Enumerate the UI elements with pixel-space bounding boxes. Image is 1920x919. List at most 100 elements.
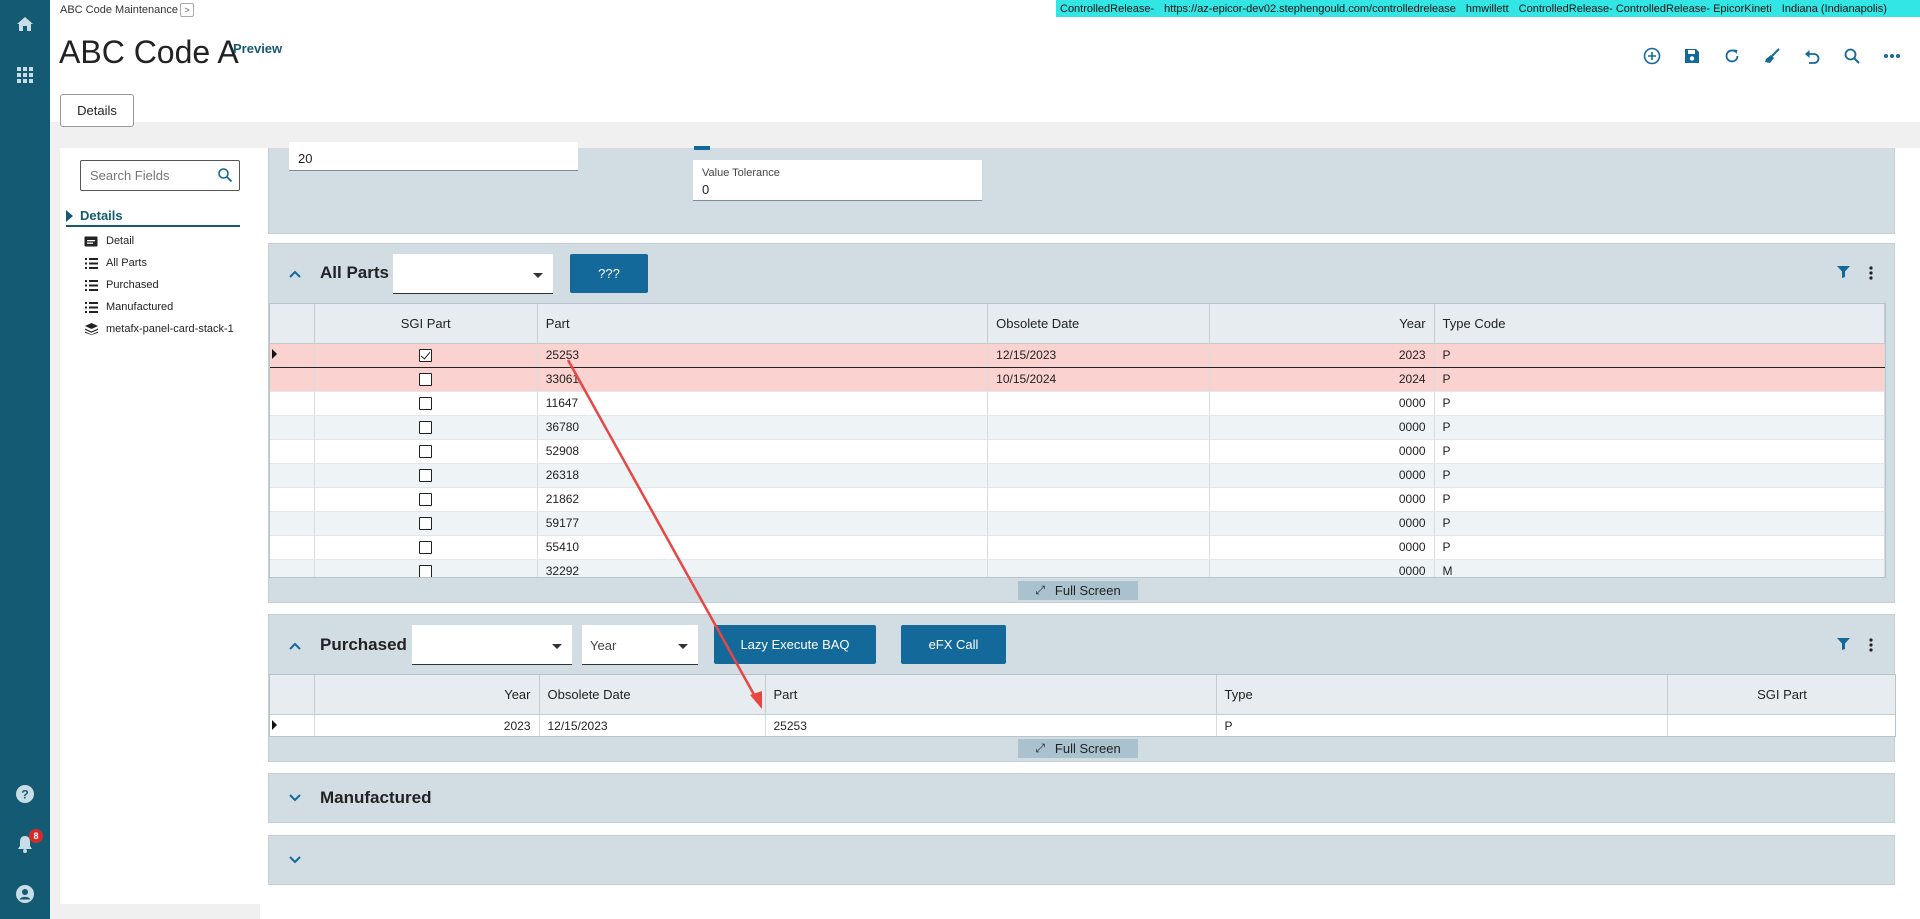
- table-row[interactable]: 32292 0000 M: [270, 559, 1885, 577]
- cell-type-code[interactable]: P: [1434, 367, 1885, 392]
- table-row[interactable]: 25253 12/15/2023 2023 P: [270, 342, 1885, 368]
- collapse-chevron-icon[interactable]: [287, 266, 303, 282]
- table-row[interactable]: 59177 0000 P: [270, 511, 1885, 536]
- column-header-year[interactable]: Year: [1209, 304, 1435, 344]
- home-icon[interactable]: [13, 12, 37, 36]
- cell-obsolete-date[interactable]: [987, 415, 1211, 440]
- apps-grid-icon[interactable]: [13, 63, 37, 87]
- all-parts-dropdown[interactable]: [393, 254, 553, 294]
- table-row[interactable]: 36780 0000 P: [270, 415, 1885, 440]
- sidebar-item-all-parts[interactable]: All Parts: [84, 255, 147, 271]
- sgi-part-checkbox[interactable]: [419, 493, 433, 507]
- cell-obsolete-date[interactable]: [987, 511, 1211, 536]
- sgi-part-checkbox[interactable]: [419, 517, 433, 531]
- checkbox-partial[interactable]: [694, 146, 710, 150]
- cell-sgi-part[interactable]: [314, 391, 538, 416]
- cell-part[interactable]: 32292: [537, 559, 989, 577]
- cell-part[interactable]: 25253: [537, 342, 989, 368]
- preview-link[interactable]: Preview: [233, 41, 282, 56]
- cell-sgi-part[interactable]: [1667, 713, 1895, 736]
- column-header-obsolete-date[interactable]: Obsolete Date: [539, 675, 766, 715]
- table-row[interactable]: 11647 0000 P: [270, 391, 1885, 416]
- all-parts-fullscreen-button[interactable]: ⤢ Full Screen: [1018, 581, 1138, 600]
- clear-icon[interactable]: [1760, 44, 1784, 68]
- expand-chevron-icon[interactable]: [287, 790, 303, 806]
- filter-icon[interactable]: [1835, 636, 1851, 652]
- cell-sgi-part[interactable]: [314, 559, 538, 577]
- sgi-part-checkbox[interactable]: [419, 445, 433, 459]
- cell-type-code[interactable]: P: [1434, 535, 1885, 560]
- cell-sgi-part[interactable]: [314, 463, 538, 488]
- cell-part[interactable]: 11647: [537, 391, 989, 416]
- help-icon[interactable]: ?: [13, 782, 37, 806]
- table-row[interactable]: 26318 0000 P: [270, 463, 1885, 488]
- cell-obsolete-date[interactable]: [987, 559, 1211, 577]
- sgi-part-checkbox[interactable]: [419, 397, 433, 411]
- cell-sgi-part[interactable]: [314, 367, 538, 392]
- search-icon[interactable]: [217, 167, 233, 186]
- cell-part[interactable]: 25253: [765, 713, 1217, 736]
- details-button[interactable]: Details: [60, 94, 134, 127]
- cell-obsolete-date[interactable]: 10/15/2024: [987, 367, 1211, 392]
- cell-year[interactable]: 0000: [1209, 391, 1435, 416]
- table-row[interactable]: 52908 0000 P: [270, 439, 1885, 464]
- cell-year[interactable]: 0000: [1209, 559, 1435, 577]
- cell-sgi-part[interactable]: [314, 511, 538, 536]
- undo-icon[interactable]: [1800, 44, 1824, 68]
- sgi-part-checkbox[interactable]: [419, 565, 433, 577]
- cell-obsolete-date[interactable]: 12/15/2023: [539, 713, 766, 736]
- cell-type-code[interactable]: P: [1434, 342, 1885, 368]
- value-tolerance-field[interactable]: Value Tolerance 0: [693, 160, 982, 201]
- cell-sgi-part[interactable]: [314, 535, 538, 560]
- breadcrumb[interactable]: ABC Code Maintenance: [60, 4, 178, 16]
- more-icon[interactable]: [1880, 44, 1904, 68]
- cell-part[interactable]: 36780: [537, 415, 989, 440]
- search-fields-input[interactable]: [90, 168, 210, 183]
- breadcrumb-expand-button[interactable]: >: [180, 3, 194, 17]
- cell-type-code[interactable]: P: [1434, 463, 1885, 488]
- cell-sgi-part[interactable]: [314, 415, 538, 440]
- column-header-type[interactable]: Type: [1216, 675, 1668, 715]
- cell-type[interactable]: P: [1216, 713, 1668, 736]
- table-row[interactable]: 33061 10/15/2024 2024 P: [270, 367, 1885, 392]
- more-vertical-icon[interactable]: [1863, 265, 1879, 281]
- cell-part[interactable]: 33061: [537, 367, 989, 392]
- cell-type-code[interactable]: P: [1434, 391, 1885, 416]
- column-header-sgi-part[interactable]: SGI Part: [1667, 675, 1895, 715]
- cell-sgi-part[interactable]: [314, 487, 538, 512]
- filter-icon[interactable]: [1835, 264, 1851, 280]
- table-row[interactable]: 21862 0000 P: [270, 487, 1885, 512]
- more-vertical-icon[interactable]: [1863, 637, 1879, 653]
- save-icon[interactable]: [1680, 44, 1704, 68]
- table-row[interactable]: 55410 0000 P: [270, 535, 1885, 560]
- cell-type-code[interactable]: P: [1434, 511, 1885, 536]
- cell-year[interactable]: 0000: [1209, 415, 1435, 440]
- cell-obsolete-date[interactable]: [987, 535, 1211, 560]
- column-header-sgi-part[interactable]: SGI Part: [314, 304, 538, 344]
- cell-obsolete-date[interactable]: [987, 391, 1211, 416]
- all-parts-action-button[interactable]: ???: [570, 254, 648, 293]
- refresh-icon[interactable]: [1720, 44, 1744, 68]
- purchased-fullscreen-button[interactable]: ⤢ Full Screen: [1018, 739, 1138, 758]
- column-header-obsolete-date[interactable]: Obsolete Date: [987, 304, 1211, 344]
- cell-year[interactable]: 2023: [1209, 342, 1435, 368]
- purchased-dropdown[interactable]: [412, 625, 572, 665]
- sidebar-item-card-stack[interactable]: metafx-panel-card-stack-1: [84, 321, 234, 337]
- search-icon[interactable]: [1840, 44, 1864, 68]
- sgi-part-checkbox[interactable]: [419, 349, 433, 363]
- cell-sgi-part[interactable]: [314, 342, 538, 368]
- cell-obsolete-date[interactable]: [987, 487, 1211, 512]
- cell-type-code[interactable]: P: [1434, 439, 1885, 464]
- cell-year[interactable]: 2024: [1209, 367, 1435, 392]
- column-header-type-code[interactable]: Type Code: [1434, 304, 1885, 344]
- collapse-chevron-icon[interactable]: [287, 638, 303, 654]
- cell-year[interactable]: 2023: [314, 713, 540, 736]
- cell-type-code[interactable]: P: [1434, 487, 1885, 512]
- cell-part[interactable]: 55410: [537, 535, 989, 560]
- sidebar-item-detail[interactable]: Detail: [84, 233, 134, 249]
- search-fields[interactable]: [80, 160, 240, 191]
- cell-year[interactable]: 0000: [1209, 439, 1435, 464]
- sgi-part-checkbox[interactable]: [419, 469, 433, 483]
- cell-year[interactable]: 0000: [1209, 535, 1435, 560]
- column-header-part[interactable]: Part: [765, 675, 1217, 715]
